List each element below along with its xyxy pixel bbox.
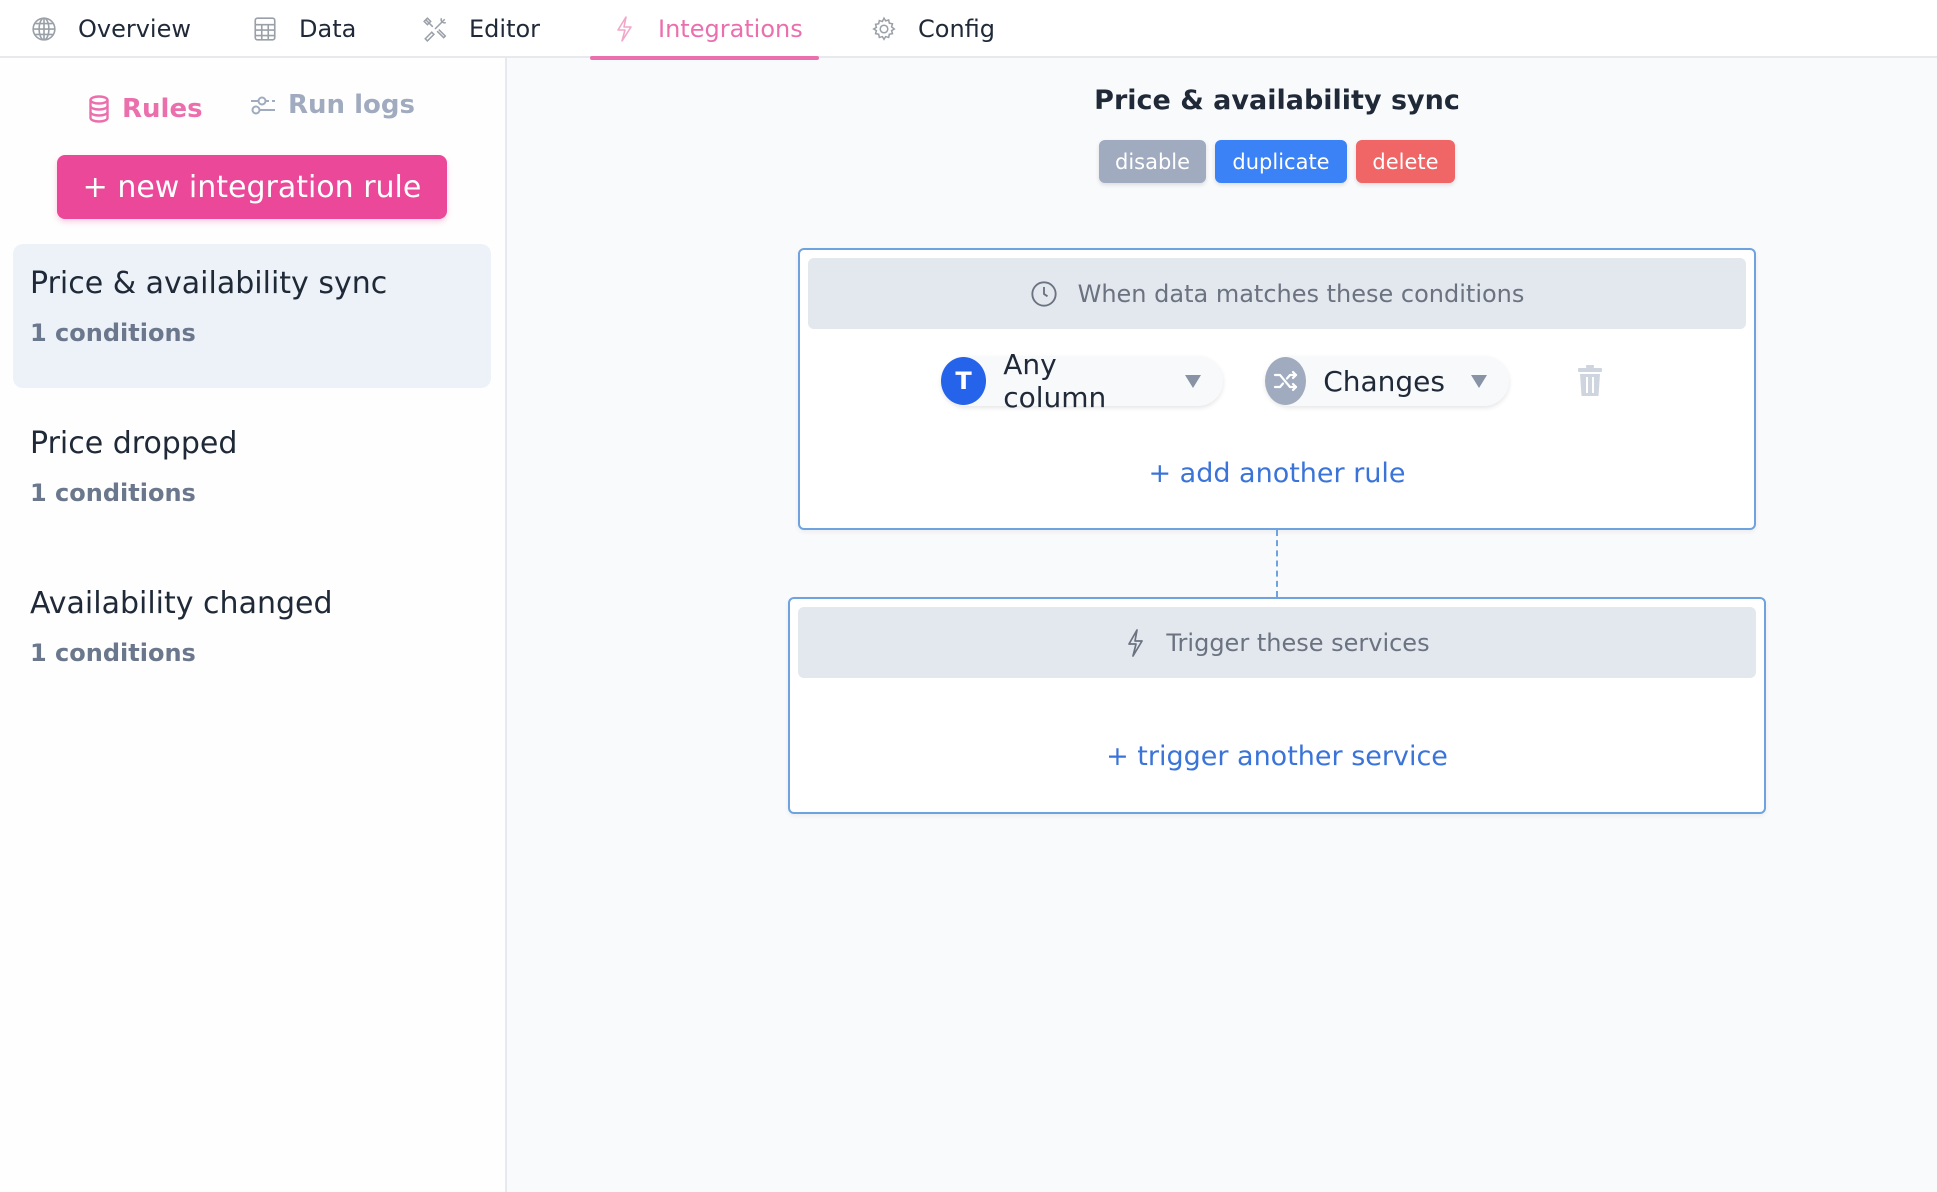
tab-label: Rules <box>122 94 203 124</box>
nav-label: Integrations <box>658 15 803 43</box>
trigger-card-title: Trigger these services <box>1166 628 1430 657</box>
rule-list-item[interactable]: Price dropped 1 conditions <box>13 404 491 548</box>
nav-tab-editor[interactable]: Editor <box>421 0 540 58</box>
globe-icon <box>30 15 58 43</box>
rule-list-item[interactable]: Availability changed 1 conditions <box>13 564 491 708</box>
lightning-icon <box>1124 628 1146 658</box>
disable-button[interactable]: disable <box>1099 140 1206 183</box>
sidebar-tabs: Rules Run logs <box>0 78 507 128</box>
conditions-card-title: When data matches these conditions <box>1077 279 1525 308</box>
rule-conditions-count: 1 conditions <box>30 319 196 347</box>
database-icon <box>88 95 110 123</box>
trigger-card: Trigger these services + trigger another… <box>788 597 1766 814</box>
table-icon <box>251 15 279 43</box>
nav-tab-config[interactable]: Config <box>870 0 995 58</box>
conditions-card-header: When data matches these conditions <box>808 258 1746 329</box>
flow-connector <box>1276 530 1278 597</box>
clock-icon <box>1030 280 1058 308</box>
rule-name: Price dropped <box>30 426 238 461</box>
chevron-down-icon <box>1471 374 1487 388</box>
rule-list-item[interactable]: Price & availability sync 1 conditions <box>13 244 491 388</box>
gear-icon <box>870 15 898 43</box>
rule-name: Availability changed <box>30 586 333 621</box>
column-select-value: Any column <box>1003 348 1107 414</box>
nav-label: Overview <box>78 15 191 43</box>
duplicate-button[interactable]: duplicate <box>1215 140 1347 183</box>
tab-rules[interactable]: Rules <box>88 94 203 124</box>
trash-icon[interactable] <box>1577 365 1603 401</box>
column-select[interactable]: T Any column <box>941 348 1223 414</box>
shuffle-icon <box>1265 357 1307 405</box>
sliders-icon <box>250 94 276 116</box>
add-another-rule-link[interactable]: + add another rule <box>800 458 1754 489</box>
top-nav: Overview Data Editor Integrations Config <box>0 0 1937 60</box>
nav-label: Editor <box>469 15 541 43</box>
trigger-card-header: Trigger these services <box>798 607 1756 678</box>
conditions-card: When data matches these conditions T Any… <box>798 248 1756 530</box>
trigger-another-service-link[interactable]: + trigger another service <box>790 741 1764 772</box>
rule-conditions-count: 1 conditions <box>30 479 196 507</box>
nav-label: Config <box>918 15 996 43</box>
chevron-down-icon <box>1185 374 1201 388</box>
page-title: Price & availability sync <box>1094 85 1460 116</box>
rule-actions: disable duplicate delete <box>1099 140 1455 183</box>
tab-label: Run logs <box>288 90 415 120</box>
operator-select-value: Changes <box>1323 364 1445 398</box>
nav-tab-overview[interactable]: Overview <box>30 0 191 58</box>
sidebar: Rules Run logs + new integration rule Pr… <box>0 58 507 1192</box>
nav-tab-integrations[interactable]: Integrations <box>590 0 819 60</box>
delete-button[interactable]: delete <box>1356 140 1455 183</box>
lightning-icon <box>610 15 638 43</box>
operator-select[interactable]: Changes <box>1265 356 1509 406</box>
rule-conditions-count: 1 conditions <box>30 639 196 667</box>
text-type-badge: T <box>941 357 987 405</box>
new-integration-rule-button[interactable]: + new integration rule <box>57 155 447 219</box>
nav-tab-data[interactable]: Data <box>251 0 356 58</box>
rule-name: Price & availability sync <box>30 266 388 301</box>
nav-label: Data <box>299 15 357 43</box>
tools-icon <box>421 15 449 43</box>
tab-run-logs[interactable]: Run logs <box>250 90 415 120</box>
main-content: Price & availability sync disable duplic… <box>509 58 1937 1192</box>
